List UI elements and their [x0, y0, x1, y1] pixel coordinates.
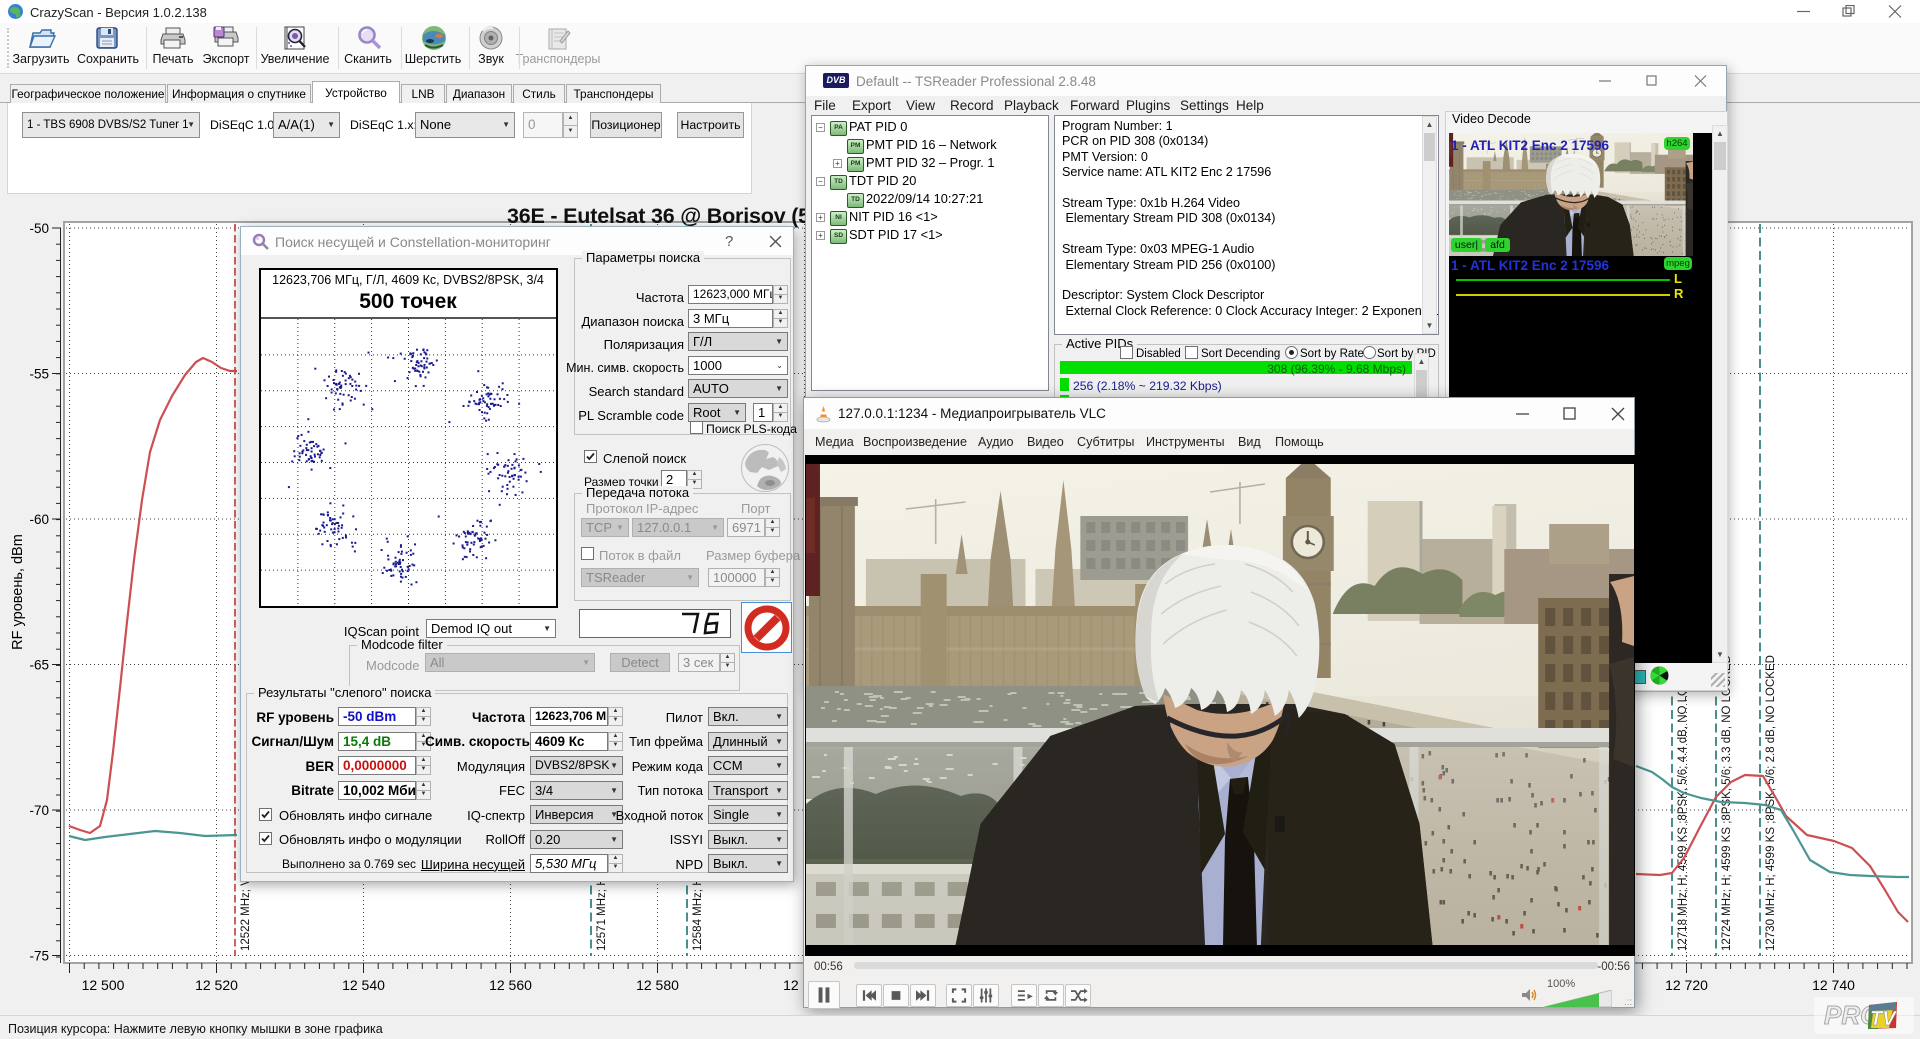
- svg-text:12 720: 12 720: [1665, 977, 1708, 993]
- svg-text:12 520: 12 520: [195, 977, 238, 993]
- svg-text:-65: -65: [29, 658, 49, 673]
- svg-text:-70: -70: [29, 803, 49, 818]
- svg-text:12 560: 12 560: [489, 977, 532, 993]
- svg-text:RF уровень, dBm: RF уровень, dBm: [10, 534, 26, 650]
- svg-text:12 740: 12 740: [1812, 977, 1855, 993]
- svg-text:-50: -50: [29, 221, 49, 236]
- svg-text:12 500: 12 500: [82, 977, 125, 993]
- svg-text:-75: -75: [29, 949, 49, 964]
- svg-text:12718 MHz; H; 4599 KS ;8PSK, 5: 12718 MHz; H; 4599 KS ;8PSK, 5/6; 4.4 dB…: [1677, 655, 1689, 951]
- svg-text:12 580: 12 580: [636, 977, 679, 993]
- svg-text:12730 MHz; H; 4599 KS ;8PSK, 5: 12730 MHz; H; 4599 KS ;8PSK, 5/6; 2.8 dB…: [1765, 655, 1777, 951]
- svg-text:12 540: 12 540: [342, 977, 385, 993]
- svg-text:TV: TV: [1870, 1008, 1897, 1030]
- svg-text:-55: -55: [29, 367, 49, 382]
- svg-text:-60: -60: [29, 512, 49, 527]
